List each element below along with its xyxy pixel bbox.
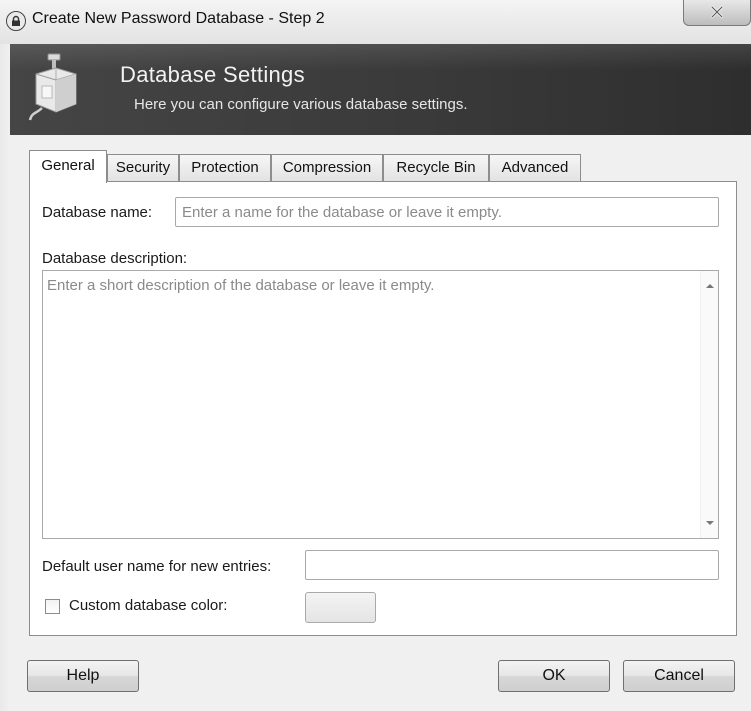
custom-color-button[interactable] <box>305 592 376 623</box>
general-tab-panel: Database name: Database description: Def… <box>29 181 737 636</box>
database-description-label: Database description: <box>42 250 188 267</box>
tab-general[interactable]: General <box>29 150 107 183</box>
ok-button[interactable]: OK <box>498 660 610 692</box>
database-name-label: Database name: <box>42 204 153 221</box>
dialog-window: Create New Password Database - Step 2 Da… <box>0 0 751 711</box>
header-banner: Database Settings Here you can configure… <box>10 44 751 135</box>
window-title: Create New Password Database - Step 2 <box>32 10 325 27</box>
custom-color-checkbox[interactable] <box>45 599 60 614</box>
database-name-input[interactable] <box>175 197 719 227</box>
banner-title: Database Settings <box>120 62 305 87</box>
title-bar[interactable]: Create New Password Database - Step 2 <box>0 0 751 44</box>
tab-security[interactable]: Security <box>107 154 179 182</box>
custom-color-label: Custom database color: <box>69 597 228 614</box>
tab-recycle-bin[interactable]: Recycle Bin <box>383 154 489 182</box>
scroll-up-icon[interactable] <box>705 283 715 289</box>
banner-subtitle: Here you can configure various database … <box>134 96 468 113</box>
scroll-down-icon[interactable] <box>705 520 715 526</box>
default-user-name-label: Default user name for new entries: <box>42 558 272 575</box>
cancel-button[interactable]: Cancel <box>623 660 735 692</box>
close-icon <box>710 5 724 19</box>
database-icon <box>28 52 84 129</box>
tab-protection[interactable]: Protection <box>179 154 271 182</box>
help-button[interactable]: Help <box>27 660 139 692</box>
description-scrollbar[interactable] <box>700 271 718 538</box>
lock-icon <box>6 11 26 31</box>
default-user-name-input[interactable] <box>305 550 719 580</box>
tab-advanced[interactable]: Advanced <box>489 154 581 182</box>
database-description-input[interactable] <box>43 271 699 538</box>
tab-compression[interactable]: Compression <box>271 154 383 182</box>
database-description-box <box>42 270 719 539</box>
window-frame-left <box>0 44 10 711</box>
close-button[interactable] <box>683 0 751 26</box>
